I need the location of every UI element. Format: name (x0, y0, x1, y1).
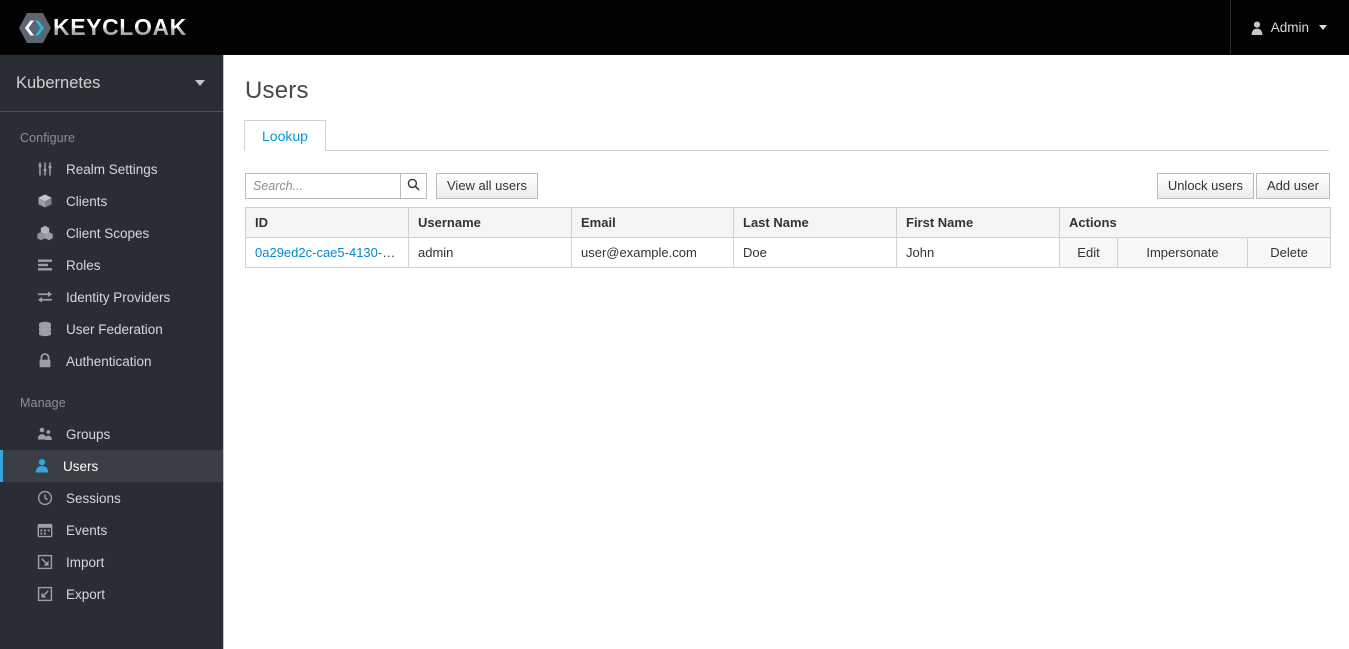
admin-menu-label: Admin (1270, 20, 1309, 35)
cell-first-name: John (896, 237, 1060, 268)
chevron-down-icon (195, 80, 205, 86)
exchange-arrows-icon (36, 289, 53, 306)
sidebar-item-groups[interactable]: Groups (0, 418, 223, 450)
sidebar-item-label: Realm Settings (66, 161, 158, 177)
impersonate-button[interactable]: Impersonate (1118, 238, 1247, 267)
cell-action-delete[interactable]: Delete (1246, 237, 1332, 268)
column-header-email[interactable]: Email (571, 207, 734, 238)
cell-last-name: Doe (733, 237, 897, 268)
nav-section-configure-title: Configure (20, 131, 76, 145)
sidebar-item-label: Import (66, 554, 105, 570)
sidebar-item-sessions[interactable]: Sessions (0, 482, 223, 514)
nav-section-manage-title: Manage (20, 396, 66, 410)
sidebar-item-authentication[interactable]: Authentication (0, 345, 223, 377)
group-users-icon (36, 426, 53, 443)
main-content: Users Lookup View all users Unlock user (225, 55, 1349, 649)
masthead: KEYCLOAK Admin (0, 0, 1349, 55)
sidebar-item-export[interactable]: Export (0, 578, 223, 610)
keycloak-logo-icon (18, 11, 52, 45)
sidebar-item-label: Authentication (66, 353, 152, 369)
sidebar-item-label: Users (63, 458, 99, 474)
cubes-icon (36, 225, 53, 242)
sidebar-item-label: Identity Providers (66, 289, 171, 305)
masthead-user-menu[interactable]: Admin (1229, 0, 1349, 55)
sidebar-item-label: Client Scopes (66, 225, 150, 241)
sidebar-item-label: Roles (66, 257, 101, 273)
tab-lookup[interactable]: Lookup (244, 120, 326, 151)
realm-selector-label: Kubernetes (16, 73, 101, 92)
import-arrow-icon (36, 554, 53, 571)
user-icon (1251, 21, 1263, 35)
cell-action-edit[interactable]: Edit (1059, 237, 1118, 268)
sidebar-item-label: User Federation (66, 321, 163, 337)
column-header-username[interactable]: Username (408, 207, 572, 238)
unlock-users-button[interactable]: Unlock users (1156, 173, 1254, 199)
sidebar-item-clients[interactable]: Clients (0, 185, 223, 217)
sidebar-item-events[interactable]: Events (0, 514, 223, 546)
sidebar-item-import[interactable]: Import (0, 546, 223, 578)
sidebar-item-label: Events (66, 522, 108, 538)
realm-selector[interactable]: Kubernetes (0, 55, 223, 112)
sliders-icon (36, 161, 53, 178)
sidebar-item-label: Clients (66, 193, 108, 209)
database-icon (36, 321, 53, 338)
calendar-icon (36, 522, 53, 539)
users-table-body: 0a29ed2c-cae5-4130-9c... admin user@exam… (245, 237, 1332, 268)
tab-bar: Lookup (244, 120, 1329, 151)
search-icon (407, 178, 420, 194)
sidebar-item-client-scopes[interactable]: Client Scopes (0, 217, 223, 249)
sidebar: Kubernetes Configure Realm Settings Clie… (0, 55, 224, 649)
admin-menu-button[interactable]: Admin (1251, 20, 1327, 35)
export-arrow-icon (36, 586, 53, 603)
clock-icon (36, 490, 53, 507)
cell-username: admin (408, 237, 572, 268)
sidebar-item-roles[interactable]: Roles (0, 249, 223, 281)
brand-title: KEYCLOAK (53, 14, 187, 40)
cell-action-impersonate[interactable]: Impersonate (1117, 237, 1248, 268)
column-header-last-name[interactable]: Last Name (733, 207, 897, 238)
cell-id: 0a29ed2c-cae5-4130-9c... (245, 237, 409, 268)
brand-logo[interactable]: KEYCLOAK (18, 11, 187, 45)
toolbar-left-group: View all users (245, 173, 538, 199)
sidebar-item-user-federation[interactable]: User Federation (0, 313, 223, 345)
sidebar-item-realm-settings[interactable]: Realm Settings (0, 153, 223, 185)
delete-button[interactable]: Delete (1248, 238, 1330, 267)
users-table: ID Username Email Last Name First Name A… (245, 207, 1332, 268)
column-header-actions: Actions (1058, 207, 1332, 238)
column-header-id[interactable]: ID (245, 207, 409, 238)
lock-icon (36, 353, 53, 370)
sidebar-item-label: Export (66, 586, 106, 602)
add-user-button[interactable]: Add user (1255, 173, 1330, 199)
column-header-first-name[interactable]: First Name (896, 207, 1060, 238)
users-table-head: ID Username Email Last Name First Name A… (245, 207, 1332, 238)
user-id-link[interactable]: 0a29ed2c-cae5-4130-9c... (255, 245, 407, 260)
chevron-down-icon (1319, 25, 1327, 30)
table-header-row: ID Username Email Last Name First Name A… (245, 207, 1332, 238)
edit-button[interactable]: Edit (1060, 238, 1117, 267)
toolbar-right-group: Unlock users Add user (1156, 173, 1330, 199)
user-icon (33, 458, 50, 475)
sidebar-item-users[interactable]: Users (0, 450, 223, 482)
sidebar-item-identity-providers[interactable]: Identity Providers (0, 281, 223, 313)
page-title: Users (245, 77, 309, 104)
sidebar-item-label: Sessions (66, 490, 121, 506)
search-group (245, 173, 427, 199)
list-bars-icon (36, 257, 53, 274)
view-all-users-button[interactable]: View all users (436, 173, 538, 199)
table-toolbar: View all users Unlock users Add user (245, 173, 1330, 199)
search-input[interactable] (245, 173, 400, 199)
table-row: 0a29ed2c-cae5-4130-9c... admin user@exam… (245, 237, 1332, 268)
search-button[interactable] (400, 173, 427, 199)
cell-email: user@example.com (571, 237, 734, 268)
cube-icon (36, 193, 53, 210)
sidebar-item-label: Groups (66, 426, 111, 442)
